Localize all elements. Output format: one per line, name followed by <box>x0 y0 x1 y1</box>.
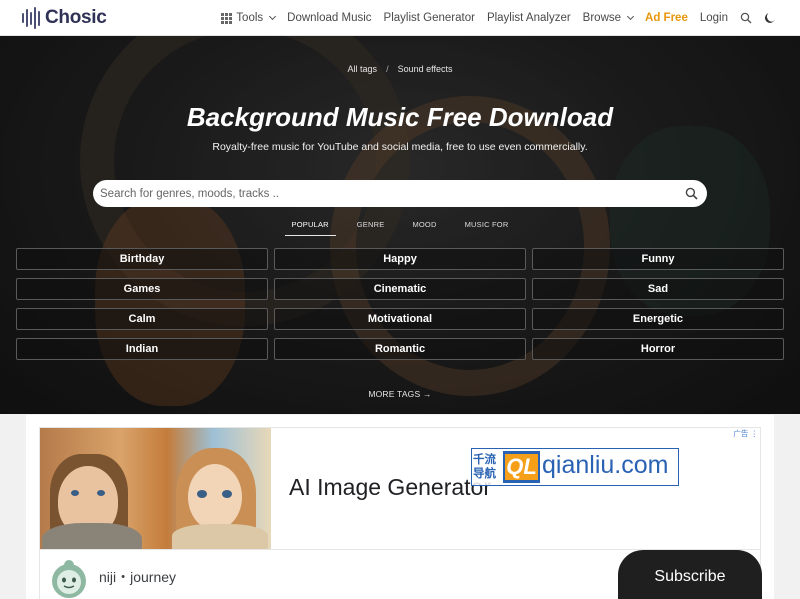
search-input[interactable] <box>100 180 670 207</box>
ad-banner[interactable]: AI Image Generator 广告 ⋮ 千流导航 QL qianliu.… <box>39 427 762 599</box>
tag-sad[interactable]: Sad <box>532 278 784 300</box>
more-tags-link[interactable]: MORE TAGS → <box>0 389 800 399</box>
tag-indian[interactable]: Indian <box>16 338 268 360</box>
subscribe-button[interactable]: Subscribe <box>618 550 762 599</box>
watermark-cn-text: 千流导航 <box>473 454 496 480</box>
ad-container: AI Image Generator 广告 ⋮ 千流导航 QL qianliu.… <box>26 415 774 599</box>
ad-image[interactable] <box>40 428 271 549</box>
nav-ad-free[interactable]: Ad Free <box>645 12 688 24</box>
main-nav: Tools Download Music Playlist Generator … <box>221 0 800 36</box>
tab-popular[interactable]: POPULAR <box>284 218 336 236</box>
nav-browse-label: Browse <box>582 12 622 24</box>
tab-genre[interactable]: GENRE <box>350 218 392 236</box>
nav-download-music[interactable]: Download Music <box>287 12 371 24</box>
nav-playlist-analyzer[interactable]: Playlist Analyzer <box>487 12 571 24</box>
hero-section: All tags / Sound effects Background Music … <box>0 36 800 414</box>
logo-bars-icon <box>22 7 40 29</box>
top-navbar: Chosic Tools Download Music Playlist Gen… <box>0 0 800 36</box>
breadcrumb: All tags / Sound effects <box>347 64 453 74</box>
niji-journey-logo-icon[interactable] <box>50 554 88 599</box>
logo-text: Chosic <box>45 7 107 28</box>
tag-horror[interactable]: Horror <box>532 338 784 360</box>
ad-choices-label[interactable]: 广告 ⋮ <box>733 428 758 439</box>
ad-headline[interactable]: AI Image Generator <box>289 474 491 501</box>
search-bar <box>93 180 707 207</box>
page-title: Background Music Free Download <box>186 102 614 132</box>
tag-cinematic[interactable]: Cinematic <box>274 278 526 300</box>
tag-birthday[interactable]: Birthday <box>16 248 268 270</box>
nav-browse[interactable]: Browse <box>582 12 635 24</box>
chevron-down-icon <box>269 12 277 21</box>
tag-motivational[interactable]: Motivational <box>274 308 526 330</box>
watermark-ql-badge: QL <box>503 451 540 483</box>
tag-funny[interactable]: Funny <box>532 248 784 270</box>
tag-games[interactable]: Games <box>16 278 268 300</box>
search-icon[interactable] <box>685 187 698 205</box>
watermark-logo: 千流导航 QL qianliu.com <box>471 448 679 486</box>
moon-icon[interactable] <box>764 12 776 24</box>
tab-music-for[interactable]: MUSIC FOR <box>458 218 516 236</box>
tab-mood[interactable]: MOOD <box>405 218 443 236</box>
nav-login[interactable]: Login <box>700 12 728 24</box>
grid-icon <box>221 12 233 24</box>
tag-happy[interactable]: Happy <box>274 248 526 270</box>
breadcrumb-all-tags[interactable]: All tags <box>348 64 378 74</box>
search-icon[interactable] <box>740 12 752 24</box>
tag-romantic[interactable]: Romantic <box>274 338 526 360</box>
ad-brand-name[interactable]: niji・journey <box>99 567 176 587</box>
nav-tools-label: Tools <box>236 12 264 24</box>
watermark-url: qianliu.com <box>542 451 669 479</box>
nav-playlist-generator[interactable]: Playlist Generator <box>384 12 475 24</box>
page-subtitle: Royalty-free music for YouTube and socia… <box>212 141 588 153</box>
chevron-down-icon <box>626 12 635 21</box>
tag-energetic[interactable]: Energetic <box>532 308 784 330</box>
tag-category-tabs: POPULAR GENRE MOOD MUSIC FOR <box>0 218 800 236</box>
tag-grid: Birthday Happy Funny Games Cinematic Sad… <box>16 248 784 360</box>
breadcrumb-sound-effects[interactable]: Sound effects <box>398 64 453 74</box>
tag-calm[interactable]: Calm <box>16 308 268 330</box>
site-logo[interactable]: Chosic <box>22 6 107 30</box>
nav-tools[interactable]: Tools <box>221 12 277 24</box>
